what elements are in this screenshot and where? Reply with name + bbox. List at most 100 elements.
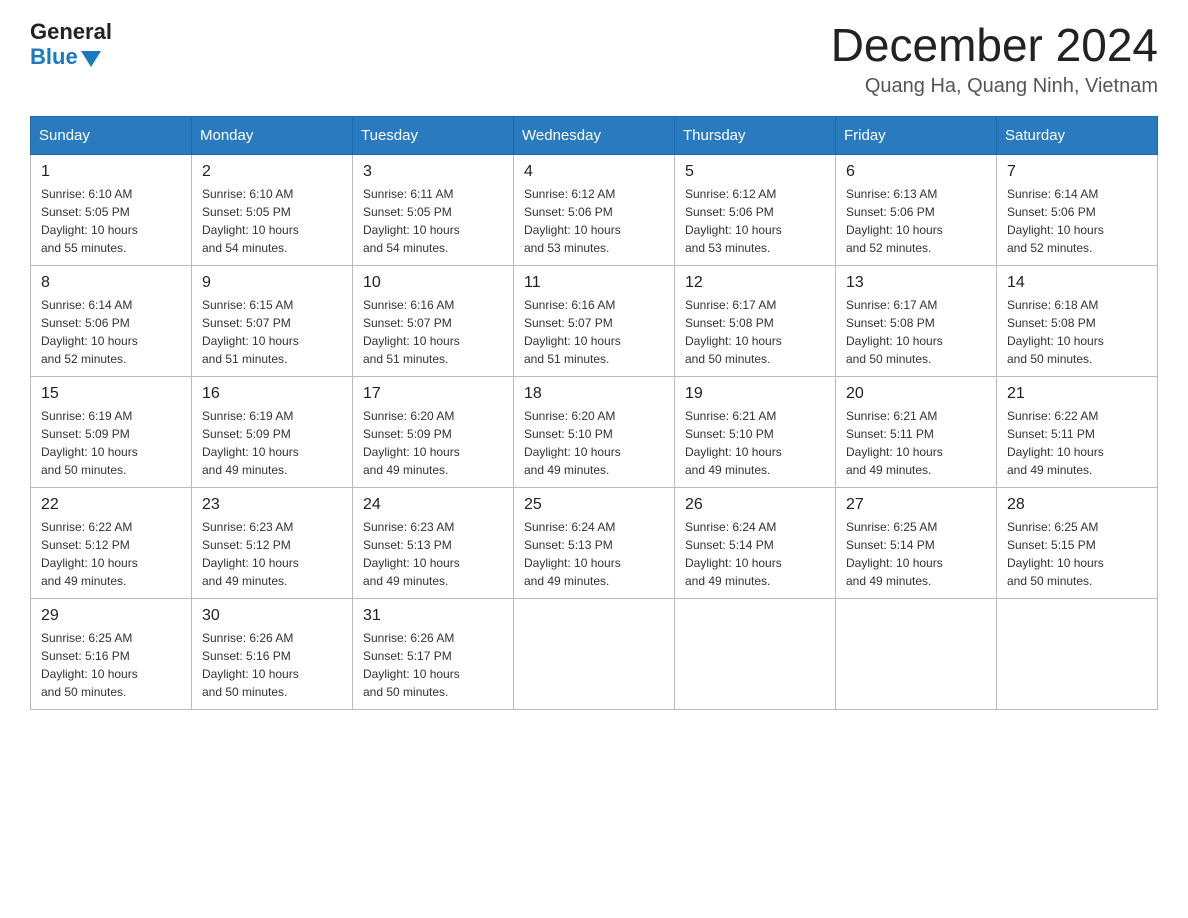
- day-number: 17: [363, 385, 503, 403]
- calendar-header-monday: Monday: [192, 116, 353, 154]
- day-number: 21: [1007, 385, 1147, 403]
- calendar-header-row: SundayMondayTuesdayWednesdayThursdayFrid…: [31, 116, 1158, 154]
- calendar-cell: 2 Sunrise: 6:10 AM Sunset: 5:05 PM Dayli…: [192, 154, 353, 265]
- day-number: 9: [202, 274, 342, 292]
- logo-blue-text: Blue: [30, 44, 101, 70]
- calendar-cell: 9 Sunrise: 6:15 AM Sunset: 5:07 PM Dayli…: [192, 265, 353, 376]
- day-info: Sunrise: 6:24 AM Sunset: 5:13 PM Dayligh…: [524, 520, 621, 588]
- calendar-cell: 14 Sunrise: 6:18 AM Sunset: 5:08 PM Dayl…: [997, 265, 1158, 376]
- day-number: 25: [524, 496, 664, 514]
- title-block: December 2024 Quang Ha, Quang Ninh, Viet…: [831, 20, 1158, 98]
- day-number: 14: [1007, 274, 1147, 292]
- calendar-week-row: 15 Sunrise: 6:19 AM Sunset: 5:09 PM Dayl…: [31, 376, 1158, 487]
- day-info: Sunrise: 6:25 AM Sunset: 5:15 PM Dayligh…: [1007, 520, 1104, 588]
- day-info: Sunrise: 6:10 AM Sunset: 5:05 PM Dayligh…: [202, 187, 299, 255]
- day-info: Sunrise: 6:16 AM Sunset: 5:07 PM Dayligh…: [524, 298, 621, 366]
- day-number: 23: [202, 496, 342, 514]
- calendar-cell: 17 Sunrise: 6:20 AM Sunset: 5:09 PM Dayl…: [353, 376, 514, 487]
- day-number: 2: [202, 163, 342, 181]
- calendar-header-wednesday: Wednesday: [514, 116, 675, 154]
- day-info: Sunrise: 6:14 AM Sunset: 5:06 PM Dayligh…: [1007, 187, 1104, 255]
- day-info: Sunrise: 6:13 AM Sunset: 5:06 PM Dayligh…: [846, 187, 943, 255]
- day-number: 26: [685, 496, 825, 514]
- day-info: Sunrise: 6:14 AM Sunset: 5:06 PM Dayligh…: [41, 298, 138, 366]
- location-title: Quang Ha, Quang Ninh, Vietnam: [831, 75, 1158, 98]
- day-info: Sunrise: 6:26 AM Sunset: 5:17 PM Dayligh…: [363, 631, 460, 699]
- day-number: 1: [41, 163, 181, 181]
- day-info: Sunrise: 6:10 AM Sunset: 5:05 PM Dayligh…: [41, 187, 138, 255]
- calendar-cell: 31 Sunrise: 6:26 AM Sunset: 5:17 PM Dayl…: [353, 598, 514, 709]
- logo: General Blue: [30, 20, 112, 70]
- calendar-cell: 30 Sunrise: 6:26 AM Sunset: 5:16 PM Dayl…: [192, 598, 353, 709]
- day-info: Sunrise: 6:25 AM Sunset: 5:16 PM Dayligh…: [41, 631, 138, 699]
- day-info: Sunrise: 6:22 AM Sunset: 5:12 PM Dayligh…: [41, 520, 138, 588]
- day-info: Sunrise: 6:11 AM Sunset: 5:05 PM Dayligh…: [363, 187, 460, 255]
- day-number: 15: [41, 385, 181, 403]
- day-info: Sunrise: 6:21 AM Sunset: 5:11 PM Dayligh…: [846, 409, 943, 477]
- logo-general-text: General: [30, 20, 112, 44]
- calendar-cell: 21 Sunrise: 6:22 AM Sunset: 5:11 PM Dayl…: [997, 376, 1158, 487]
- day-info: Sunrise: 6:24 AM Sunset: 5:14 PM Dayligh…: [685, 520, 782, 588]
- day-number: 18: [524, 385, 664, 403]
- day-number: 27: [846, 496, 986, 514]
- day-number: 11: [524, 274, 664, 292]
- calendar-week-row: 1 Sunrise: 6:10 AM Sunset: 5:05 PM Dayli…: [31, 154, 1158, 265]
- day-number: 19: [685, 385, 825, 403]
- day-info: Sunrise: 6:12 AM Sunset: 5:06 PM Dayligh…: [524, 187, 621, 255]
- calendar-cell: 3 Sunrise: 6:11 AM Sunset: 5:05 PM Dayli…: [353, 154, 514, 265]
- calendar-cell: 5 Sunrise: 6:12 AM Sunset: 5:06 PM Dayli…: [675, 154, 836, 265]
- calendar-cell: 23 Sunrise: 6:23 AM Sunset: 5:12 PM Dayl…: [192, 487, 353, 598]
- calendar-cell: [514, 598, 675, 709]
- day-number: 24: [363, 496, 503, 514]
- calendar-cell: [675, 598, 836, 709]
- calendar-header-tuesday: Tuesday: [353, 116, 514, 154]
- day-number: 3: [363, 163, 503, 181]
- day-info: Sunrise: 6:20 AM Sunset: 5:09 PM Dayligh…: [363, 409, 460, 477]
- calendar-cell: 10 Sunrise: 6:16 AM Sunset: 5:07 PM Dayl…: [353, 265, 514, 376]
- calendar-cell: 22 Sunrise: 6:22 AM Sunset: 5:12 PM Dayl…: [31, 487, 192, 598]
- calendar-cell: 1 Sunrise: 6:10 AM Sunset: 5:05 PM Dayli…: [31, 154, 192, 265]
- calendar-cell: 19 Sunrise: 6:21 AM Sunset: 5:10 PM Dayl…: [675, 376, 836, 487]
- day-info: Sunrise: 6:26 AM Sunset: 5:16 PM Dayligh…: [202, 631, 299, 699]
- calendar-header-thursday: Thursday: [675, 116, 836, 154]
- calendar-cell: 27 Sunrise: 6:25 AM Sunset: 5:14 PM Dayl…: [836, 487, 997, 598]
- calendar-cell: 20 Sunrise: 6:21 AM Sunset: 5:11 PM Dayl…: [836, 376, 997, 487]
- calendar-week-row: 22 Sunrise: 6:22 AM Sunset: 5:12 PM Dayl…: [31, 487, 1158, 598]
- calendar-cell: 18 Sunrise: 6:20 AM Sunset: 5:10 PM Dayl…: [514, 376, 675, 487]
- calendar-cell: 7 Sunrise: 6:14 AM Sunset: 5:06 PM Dayli…: [997, 154, 1158, 265]
- calendar-cell: 6 Sunrise: 6:13 AM Sunset: 5:06 PM Dayli…: [836, 154, 997, 265]
- day-info: Sunrise: 6:22 AM Sunset: 5:11 PM Dayligh…: [1007, 409, 1104, 477]
- calendar-week-row: 8 Sunrise: 6:14 AM Sunset: 5:06 PM Dayli…: [31, 265, 1158, 376]
- calendar-cell: 25 Sunrise: 6:24 AM Sunset: 5:13 PM Dayl…: [514, 487, 675, 598]
- calendar-cell: 15 Sunrise: 6:19 AM Sunset: 5:09 PM Dayl…: [31, 376, 192, 487]
- day-number: 29: [41, 607, 181, 625]
- day-number: 13: [846, 274, 986, 292]
- day-info: Sunrise: 6:21 AM Sunset: 5:10 PM Dayligh…: [685, 409, 782, 477]
- page-header: General Blue December 2024 Quang Ha, Qua…: [30, 20, 1158, 98]
- day-number: 10: [363, 274, 503, 292]
- calendar-cell: 24 Sunrise: 6:23 AM Sunset: 5:13 PM Dayl…: [353, 487, 514, 598]
- day-info: Sunrise: 6:23 AM Sunset: 5:13 PM Dayligh…: [363, 520, 460, 588]
- calendar-cell: 26 Sunrise: 6:24 AM Sunset: 5:14 PM Dayl…: [675, 487, 836, 598]
- calendar-header-sunday: Sunday: [31, 116, 192, 154]
- calendar-cell: 12 Sunrise: 6:17 AM Sunset: 5:08 PM Dayl…: [675, 265, 836, 376]
- day-number: 4: [524, 163, 664, 181]
- day-info: Sunrise: 6:25 AM Sunset: 5:14 PM Dayligh…: [846, 520, 943, 588]
- day-number: 22: [41, 496, 181, 514]
- day-number: 31: [363, 607, 503, 625]
- day-number: 7: [1007, 163, 1147, 181]
- day-info: Sunrise: 6:19 AM Sunset: 5:09 PM Dayligh…: [202, 409, 299, 477]
- calendar-table: SundayMondayTuesdayWednesdayThursdayFrid…: [30, 116, 1158, 710]
- calendar-week-row: 29 Sunrise: 6:25 AM Sunset: 5:16 PM Dayl…: [31, 598, 1158, 709]
- day-info: Sunrise: 6:17 AM Sunset: 5:08 PM Dayligh…: [685, 298, 782, 366]
- day-info: Sunrise: 6:18 AM Sunset: 5:08 PM Dayligh…: [1007, 298, 1104, 366]
- calendar-cell: [997, 598, 1158, 709]
- calendar-header-friday: Friday: [836, 116, 997, 154]
- day-number: 6: [846, 163, 986, 181]
- day-number: 28: [1007, 496, 1147, 514]
- day-number: 20: [846, 385, 986, 403]
- day-info: Sunrise: 6:16 AM Sunset: 5:07 PM Dayligh…: [363, 298, 460, 366]
- calendar-header-saturday: Saturday: [997, 116, 1158, 154]
- calendar-cell: 16 Sunrise: 6:19 AM Sunset: 5:09 PM Dayl…: [192, 376, 353, 487]
- calendar-cell: 13 Sunrise: 6:17 AM Sunset: 5:08 PM Dayl…: [836, 265, 997, 376]
